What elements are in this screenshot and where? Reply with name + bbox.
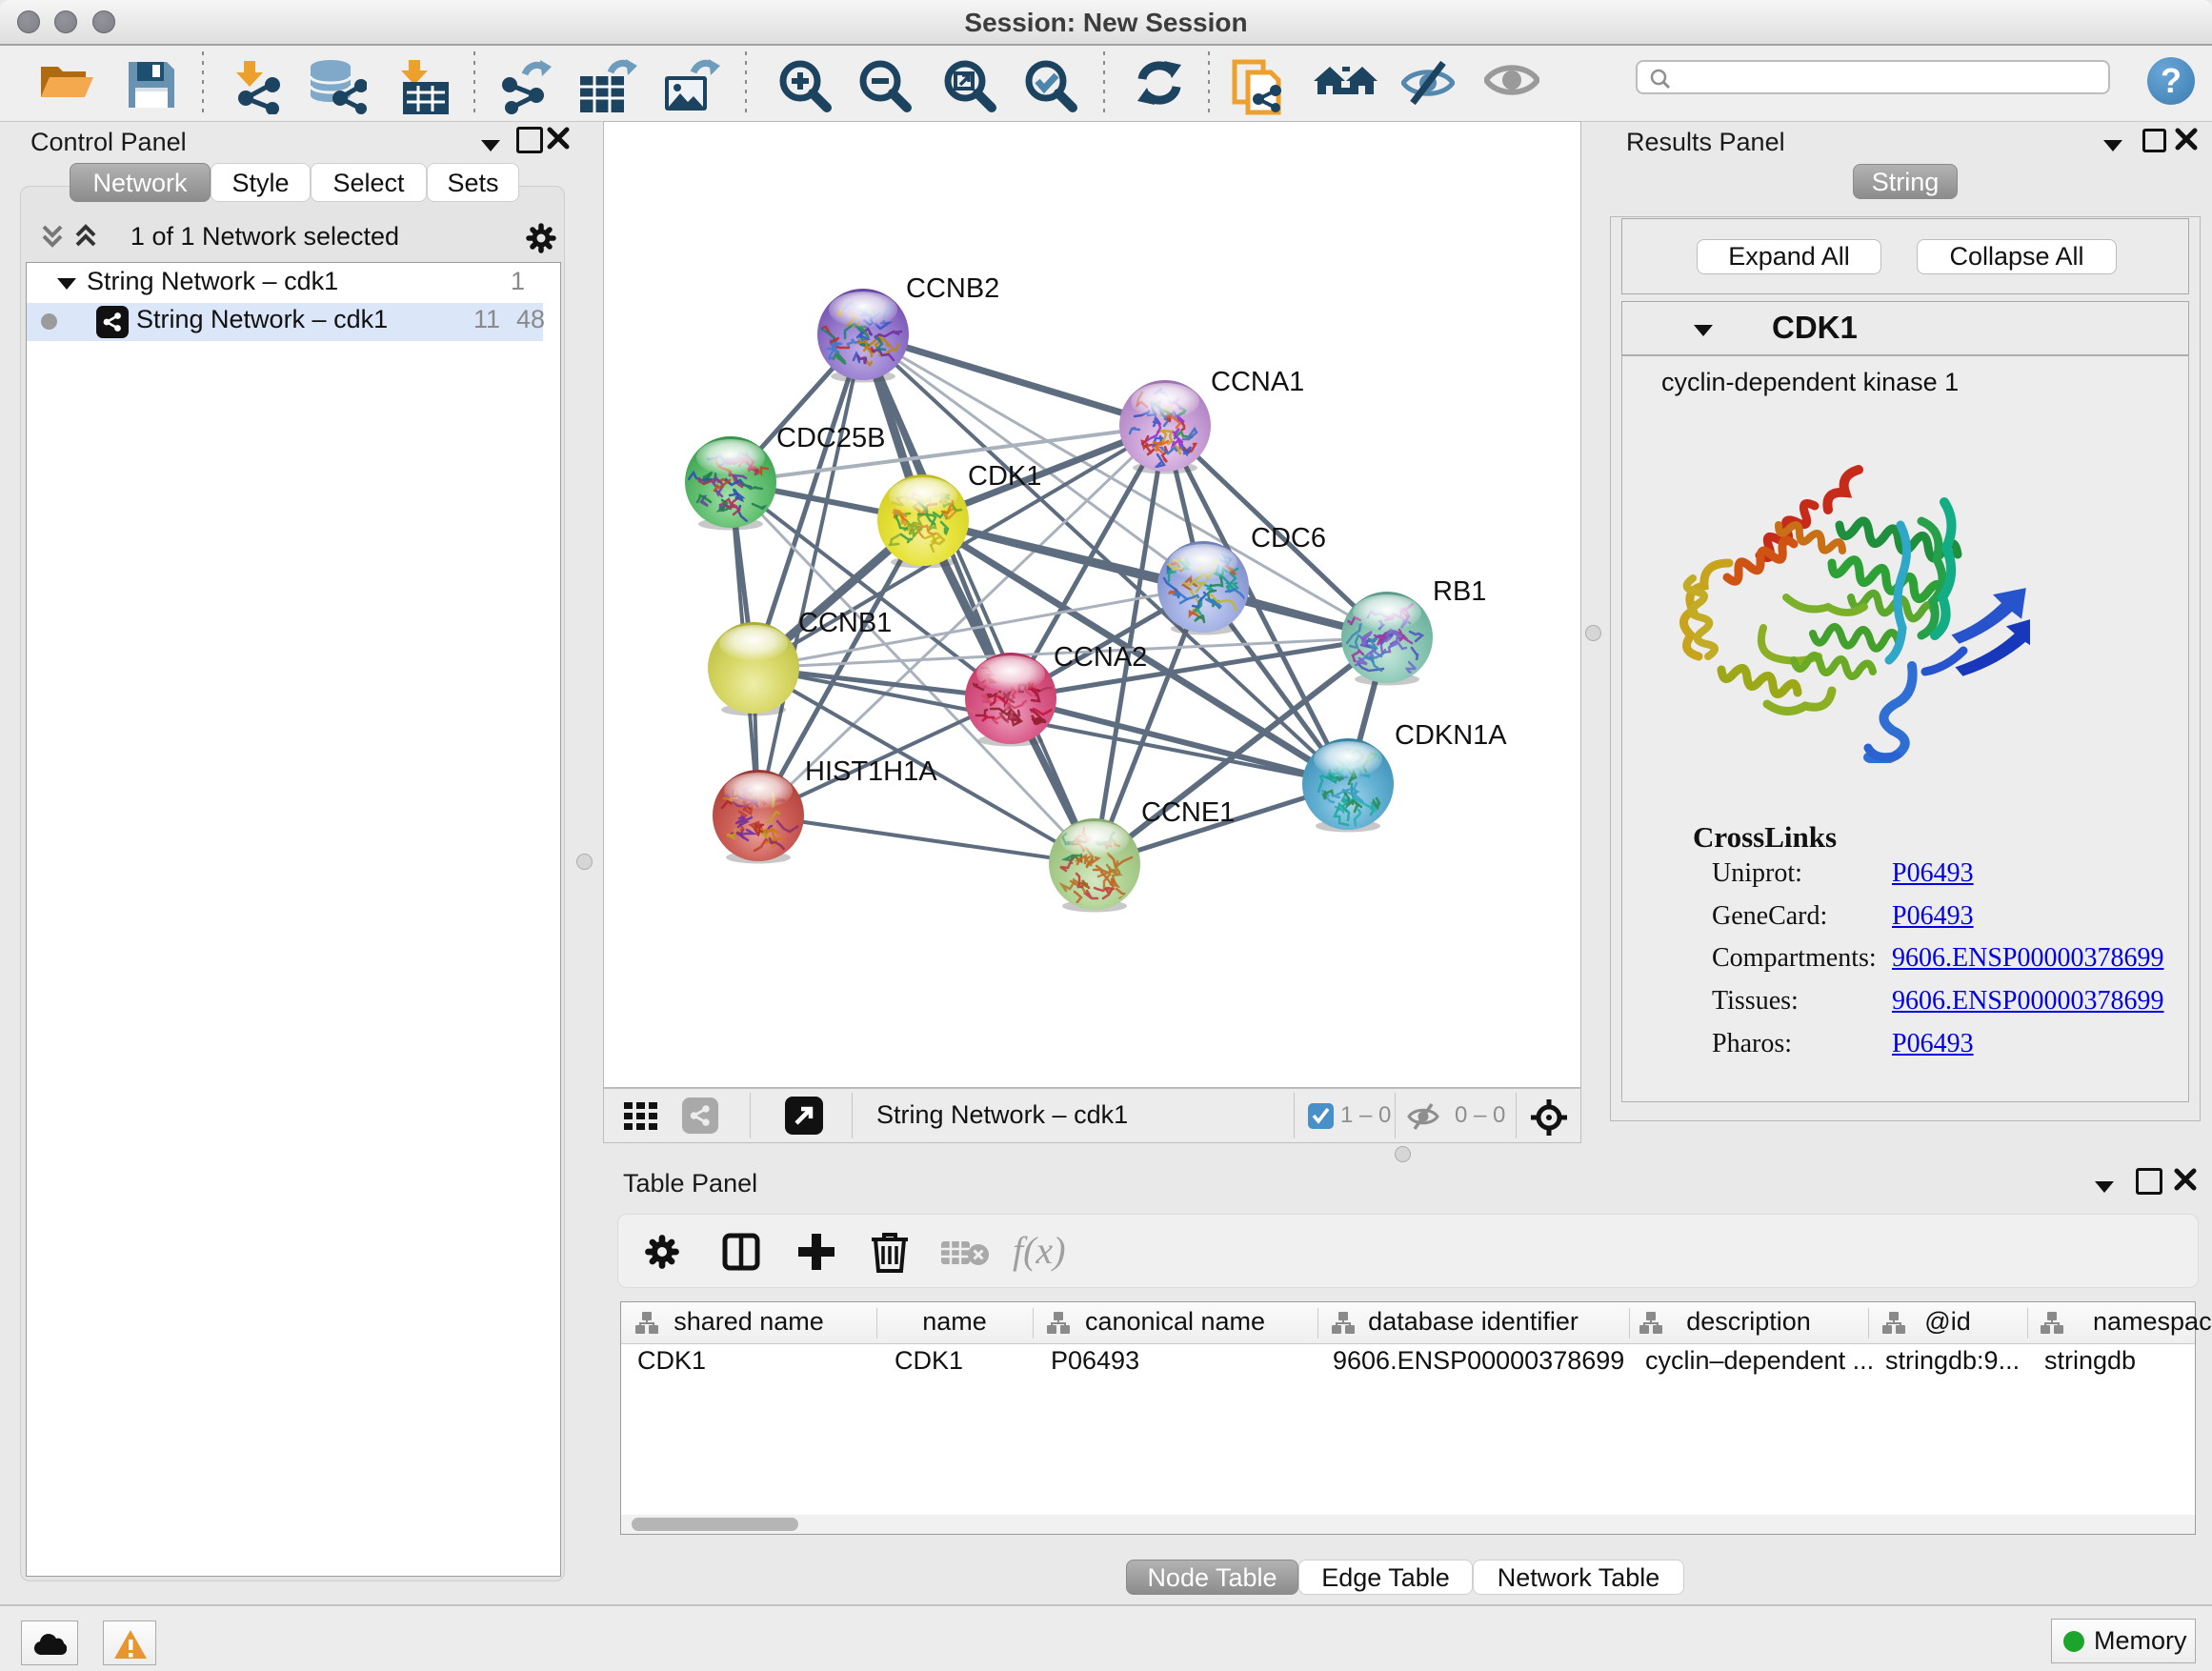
svg-text:RB1: RB1 (1433, 576, 1486, 607)
svg-text:CDC6: CDC6 (1251, 523, 1326, 554)
svg-text:HIST1H1A: HIST1H1A (805, 756, 937, 787)
svg-text:CCNA2: CCNA2 (1054, 642, 1147, 673)
svg-text:CDC25B: CDC25B (776, 423, 885, 453)
svg-text:CCNB1: CCNB1 (798, 608, 892, 638)
svg-text:CCNB2: CCNB2 (906, 273, 999, 304)
svg-text:CDK1: CDK1 (968, 461, 1041, 492)
svg-text:CCNA1: CCNA1 (1211, 367, 1304, 397)
svg-text:CCNE1: CCNE1 (1141, 797, 1235, 828)
svg-text:CDKN1A: CDKN1A (1395, 720, 1507, 751)
